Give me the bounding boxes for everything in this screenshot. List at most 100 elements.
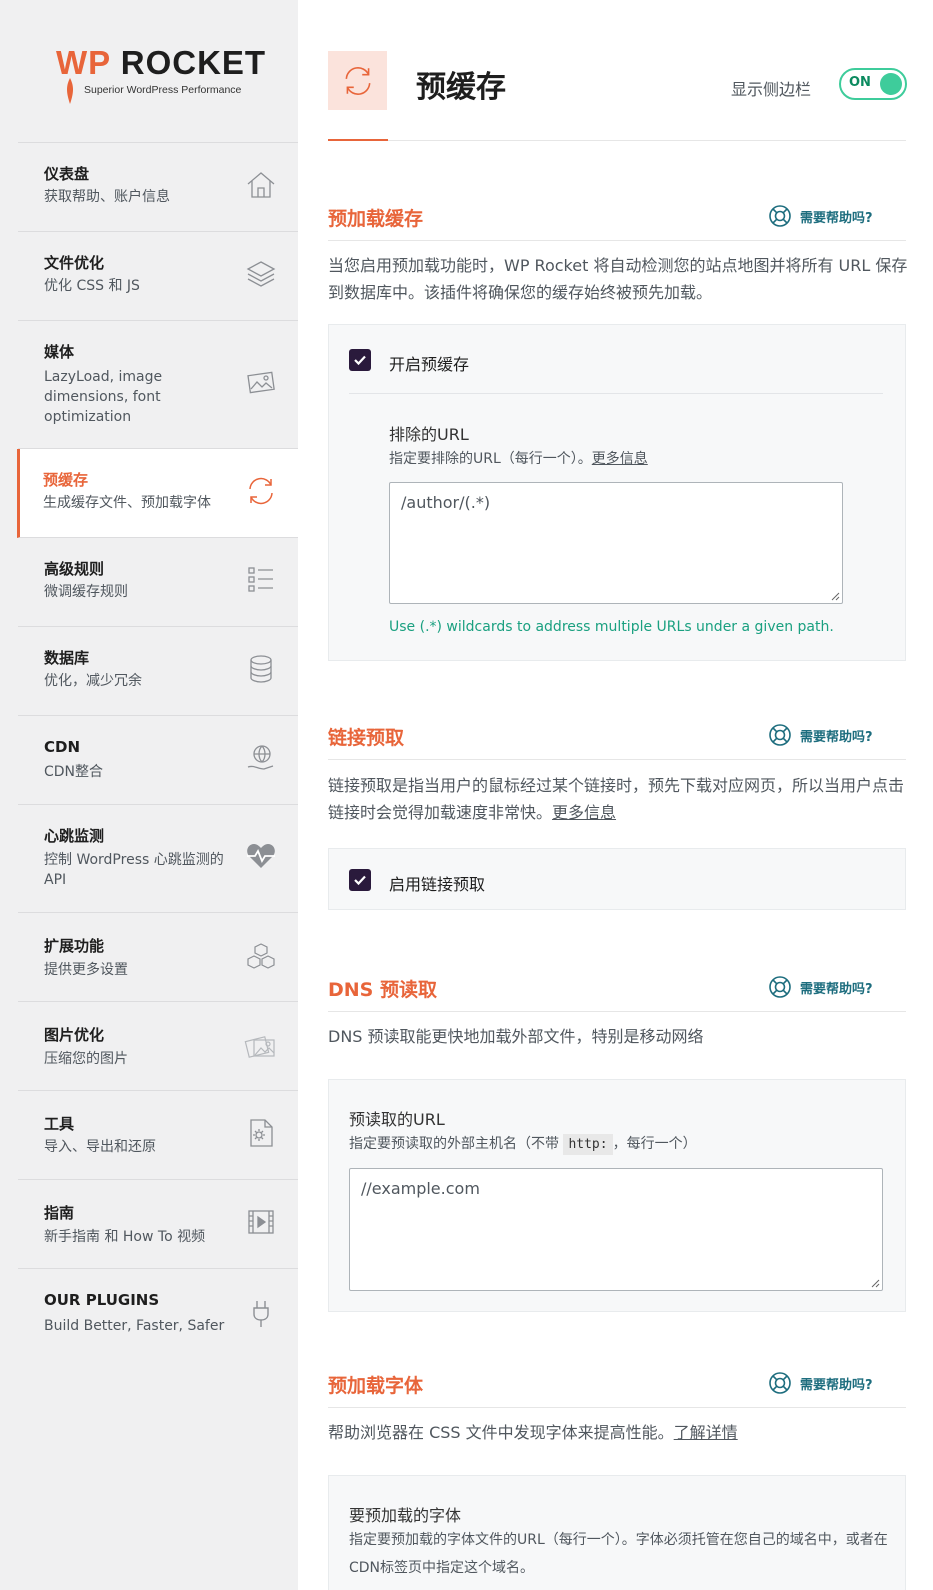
card-divider <box>349 393 883 394</box>
sidebar-item-desc: 优化，减少冗余 <box>44 673 142 689</box>
sidebar-item-advanced-rules[interactable]: 高级规则 微调缓存规则 <box>18 538 298 627</box>
refresh-icon <box>244 474 278 508</box>
help-link[interactable]: 需要帮助吗? <box>768 204 873 228</box>
section-description: 链接预取是指当用户的鼠标经过某个链接时，预先下载对应网页，所以当用户点击链接时会… <box>328 776 905 822</box>
prefetch-urls-desc: 指定要预读取的外部主机名（不带 http: ，每行一个） <box>349 1130 697 1159</box>
resize-grip-icon[interactable] <box>871 1279 880 1288</box>
plug-icon <box>244 1297 278 1331</box>
exclude-urls-desc: 指定要排除的URL（每行一个）。更多信息 <box>389 451 648 467</box>
refresh-icon <box>345 66 370 95</box>
layers-icon <box>244 257 278 291</box>
section-title-preload-fonts: 预加载字体 <box>328 1375 424 1397</box>
lifebuoy-icon <box>769 1372 791 1394</box>
wildcard-hint: Use (.*) wildcards to address multiple U… <box>389 619 834 635</box>
sidebar-item-title: 仪表盘 <box>44 165 90 183</box>
section-divider <box>328 1011 906 1012</box>
exclude-urls-textarea[interactable]: /author/(.*) <box>389 482 843 604</box>
globe-hand-icon <box>244 741 278 775</box>
database-icon <box>244 652 278 686</box>
section-description: DNS 预读取能更快地加载外部文件，特别是移动网络 <box>328 1027 704 1046</box>
prefetch-urls-textarea[interactable]: //example.com <box>349 1168 883 1291</box>
sidebar-item-title: 心跳监测 <box>44 827 105 845</box>
main-content: 预缓存 显示侧边栏 ON 预加载缓存 需要帮助吗? 当您启用预加载功能时，WP … <box>298 10 933 1590</box>
sidebar-item-desc: 新手指南 和 How To 视频 <box>44 1229 206 1245</box>
help-link[interactable]: 需要帮助吗? <box>768 1371 873 1395</box>
sidebar-item-title: 高级规则 <box>44 560 105 578</box>
help-link[interactable]: 需要帮助吗? <box>768 723 873 747</box>
enable-link-prefetch-checkbox[interactable] <box>349 869 371 891</box>
wp-rocket-logo[interactable]: WP ROCKET Superior WordPress Performance <box>56 44 266 108</box>
help-link-label: 需要帮助吗? <box>800 729 873 745</box>
help-link-label: 需要帮助吗? <box>800 981 873 997</box>
http-code: http: <box>563 1134 613 1155</box>
sidebar-item-tools[interactable]: 工具 导入、导出和还原 <box>18 1091 298 1180</box>
sidebar-item-desc: 获取帮助、账户信息 <box>44 189 170 205</box>
video-icon <box>244 1205 278 1239</box>
sidebar-item-desc: 提供更多设置 <box>44 962 128 978</box>
help-link-label: 需要帮助吗? <box>800 210 873 226</box>
sidebar-item-dashboard[interactable]: 仪表盘 获取帮助、账户信息 <box>18 143 298 232</box>
sidebar-item-desc: 压缩您的图片 <box>44 1051 128 1067</box>
preload-fonts-desc: 指定要预加载的字体文件的URL（每行一个）。字体必须托管在您自己的域名中，或者在… <box>349 1532 888 1576</box>
preload-fonts-card: 要预加载的字体 指定要预加载的字体文件的URL（每行一个）。字体必须托管在您自己… <box>328 1475 906 1590</box>
sidebar-item-title: OUR PLUGINS <box>44 1291 160 1309</box>
sidebar-item-title: 媒体 <box>44 343 75 361</box>
image-icon <box>244 365 278 399</box>
lifebuoy-icon <box>769 724 791 746</box>
sidebar-nav: 仪表盘 获取帮助、账户信息 文件优化 优化 CSS 和 JS 媒体 LazyLo… <box>17 143 298 1358</box>
show-sidebar-toggle[interactable]: ON <box>839 68 907 100</box>
sidebar-item-desc: 控制 WordPress 心跳监测的 API <box>44 852 224 888</box>
section-description: 当您启用预加载功能时，WP Rocket 将自动检测您的站点地图并将所有 URL… <box>328 256 908 302</box>
preload-fonts-label: 要预加载的字体 <box>349 1506 462 1525</box>
more-info-link[interactable]: 更多信息 <box>592 451 648 467</box>
sidebar-item-desc: 微调缓存规则 <box>44 584 128 600</box>
toggle-knob <box>880 73 902 95</box>
list-icon <box>244 563 278 597</box>
section-divider <box>328 240 906 241</box>
sidebar-item-database[interactable]: 数据库 优化，减少冗余 <box>18 627 298 716</box>
dns-prefetch-card: 预读取的URL 指定要预读取的外部主机名（不带 http: ，每行一个） //ex… <box>328 1079 906 1312</box>
sidebar-item-media[interactable]: 媒体 LazyLoad, image dimensions, font opti… <box>18 321 298 449</box>
enable-preload-checkbox[interactable] <box>349 349 371 371</box>
sidebar-item-cdn[interactable]: CDN CDN整合 <box>18 716 298 805</box>
sidebar-item-title: CDN <box>44 738 81 756</box>
sidebar-item-file-optimization[interactable]: 文件优化 优化 CSS 和 JS <box>18 232 298 321</box>
toggle-state: ON <box>849 75 871 90</box>
header-refresh-badge <box>328 51 387 110</box>
sidebar-item-preload[interactable]: 预缓存 生成缓存文件、预加载字体 <box>17 449 298 538</box>
home-icon <box>244 168 278 202</box>
sidebar-item-image-optimization[interactable]: 图片优化 压缩您的图片 <box>18 1002 298 1091</box>
logo-wordmark: WP ROCKET <box>56 44 267 81</box>
link-prefetch-card: 启用链接预取 <box>328 848 906 910</box>
sidebar-item-our-plugins[interactable]: OUR PLUGINS Build Better, Faster, Safer <box>18 1269 298 1358</box>
sidebar-item-desc: 生成缓存文件、预加载字体 <box>43 495 211 511</box>
show-sidebar-label: 显示侧边栏 <box>731 80 812 99</box>
enable-preload-label: 开启预缓存 <box>389 355 470 374</box>
section-title-link-prefetch: 链接预取 <box>328 727 405 749</box>
sidebar-item-heartbeat[interactable]: 心跳监测 控制 WordPress 心跳监测的 API <box>18 805 298 913</box>
more-info-link[interactable]: 更多信息 <box>552 803 616 822</box>
sidebar-item-desc: 导入、导出和还原 <box>44 1139 156 1155</box>
section-divider <box>328 1407 906 1408</box>
learn-more-link[interactable]: 了解详情 <box>674 1423 738 1442</box>
section-description: 帮助浏览器在 CSS 文件中发现字体来提高性能。了解详情 <box>328 1423 738 1442</box>
exclude-urls-label: 排除的URL <box>389 425 469 444</box>
page-title: 预缓存 <box>416 70 506 105</box>
sidebar-item-addons[interactable]: 扩展功能 提供更多设置 <box>18 913 298 1002</box>
help-link-label: 需要帮助吗? <box>800 1377 873 1393</box>
sidebar-item-title: 数据库 <box>44 649 90 667</box>
sidebar-item-desc: LazyLoad, image dimensions, font optimiz… <box>44 369 163 425</box>
logo-tagline: Superior WordPress Performance <box>84 84 242 96</box>
sidebar-item-desc: CDN整合 <box>44 764 104 780</box>
flame-icon <box>67 78 73 104</box>
checkmark-icon <box>354 355 366 366</box>
section-title-preload-cache: 预加载缓存 <box>328 208 424 230</box>
section-title-dns-prefetch: DNS 预读取 <box>328 979 437 1001</box>
sidebar-item-tutorials[interactable]: 指南 新手指南 和 How To 视频 <box>18 1180 298 1269</box>
help-link[interactable]: 需要帮助吗? <box>768 975 873 999</box>
resize-grip-icon[interactable] <box>831 592 840 601</box>
sidebar-item-title: 工具 <box>44 1115 75 1133</box>
sidebar: WP ROCKET Superior WordPress Performance… <box>0 0 298 1590</box>
sidebar-item-desc: Build Better, Faster, Safer <box>44 1318 225 1334</box>
sidebar-item-desc: 优化 CSS 和 JS <box>44 278 140 294</box>
